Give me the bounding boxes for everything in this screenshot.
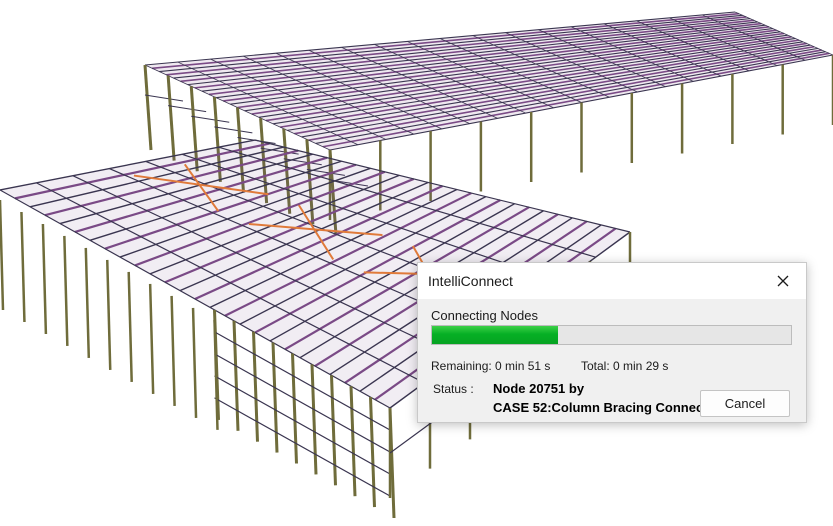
status-node-text: Node 20751 by	[493, 381, 585, 396]
close-icon	[777, 275, 789, 287]
dialog-titlebar[interactable]: IntelliConnect	[418, 263, 806, 299]
cancel-button[interactable]: Cancel	[700, 390, 790, 417]
progress-bar-fill	[432, 326, 558, 344]
total-time: Total: 0 min 29 s	[581, 359, 669, 373]
progress-bar	[431, 325, 792, 345]
close-button[interactable]	[760, 263, 806, 299]
intelliconnect-progress-dialog: IntelliConnect Connecting Nodes Remainin…	[417, 262, 807, 423]
viewport-blank-area	[578, 423, 833, 526]
operation-label: Connecting Nodes	[431, 308, 538, 323]
remaining-time: Remaining: 0 min 51 s	[431, 359, 551, 373]
status-label: Status :	[433, 382, 474, 396]
dialog-title: IntelliConnect	[428, 273, 513, 289]
